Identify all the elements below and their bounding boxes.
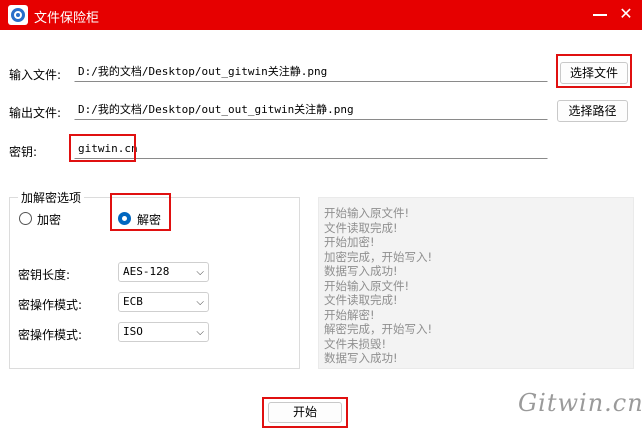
title-bar: 文件保险柜 ✕ [0,0,642,30]
log-line: 数据写入成功! [324,351,398,365]
close-button[interactable]: ✕ [611,0,641,30]
log-line: 开始输入原文件! [324,278,410,293]
padding-value: ISO [123,325,143,338]
chevron-down-icon: ⌵ [196,267,204,278]
log-line: 开始输入原文件! [324,206,410,220]
log-line: 加密完成，开始写入! [324,249,433,264]
log-line: 文件未损毁! [324,336,387,351]
log-line: 解密完成，开始写入! [324,322,433,336]
chevron-down-icon: ⌵ [196,327,204,338]
encrypt-radio[interactable] [19,212,32,225]
key-length-value: AES-128 [123,265,170,278]
app-icon [8,5,28,25]
key-length-select[interactable]: AES-128 ⌵ [118,262,209,282]
minimize-icon [593,14,607,16]
decrypt-radio[interactable] [118,212,131,225]
mode-value: ECB [123,295,143,308]
mode-select[interactable]: ECB ⌵ [118,292,209,312]
start-button[interactable]: 开始 [268,402,342,423]
input-file-field[interactable]: D:/我的文档/Desktop/out_gitwin关注静.png [74,62,548,82]
encrypt-label: 加密 [37,213,62,227]
window-title: 文件保险柜 [34,11,100,26]
key-field[interactable]: gitwin.cn [74,139,548,159]
log-output[interactable]: 开始输入原文件! 文件读取完成! 开始加密! 加密完成，开始写入! 数据写入成功! 开始输… [318,197,634,369]
log-line: 数据写入成功! [324,264,398,278]
padding-label: 密操作模式: [18,328,83,342]
mode-label: 密操作模式: [18,298,83,312]
log-line: 文件读取完成! [324,220,398,235]
options-group-title: 加解密选项 [18,189,85,206]
output-file-field[interactable]: D:/我的文档/Desktop/out_out_gitwin关注静.png [74,100,548,120]
input-file-label: 输入文件: [9,68,62,82]
select-file-button[interactable]: 选择文件 [560,62,628,84]
log-line: 开始加密! [324,235,375,249]
decrypt-label: 解密 [137,213,162,227]
key-length-label: 密钥长度: [18,268,71,282]
log-line: 文件读取完成! [324,293,398,307]
output-file-label: 输出文件: [9,106,62,120]
padding-select[interactable]: ISO ⌵ [118,322,209,342]
close-icon: ✕ [619,4,633,23]
log-line: 开始解密! [324,307,375,322]
key-label: 密钥: [9,145,38,159]
chevron-down-icon: ⌵ [196,297,204,308]
select-path-button[interactable]: 选择路径 [557,100,628,122]
watermark: Gitwin.cn [518,389,642,417]
